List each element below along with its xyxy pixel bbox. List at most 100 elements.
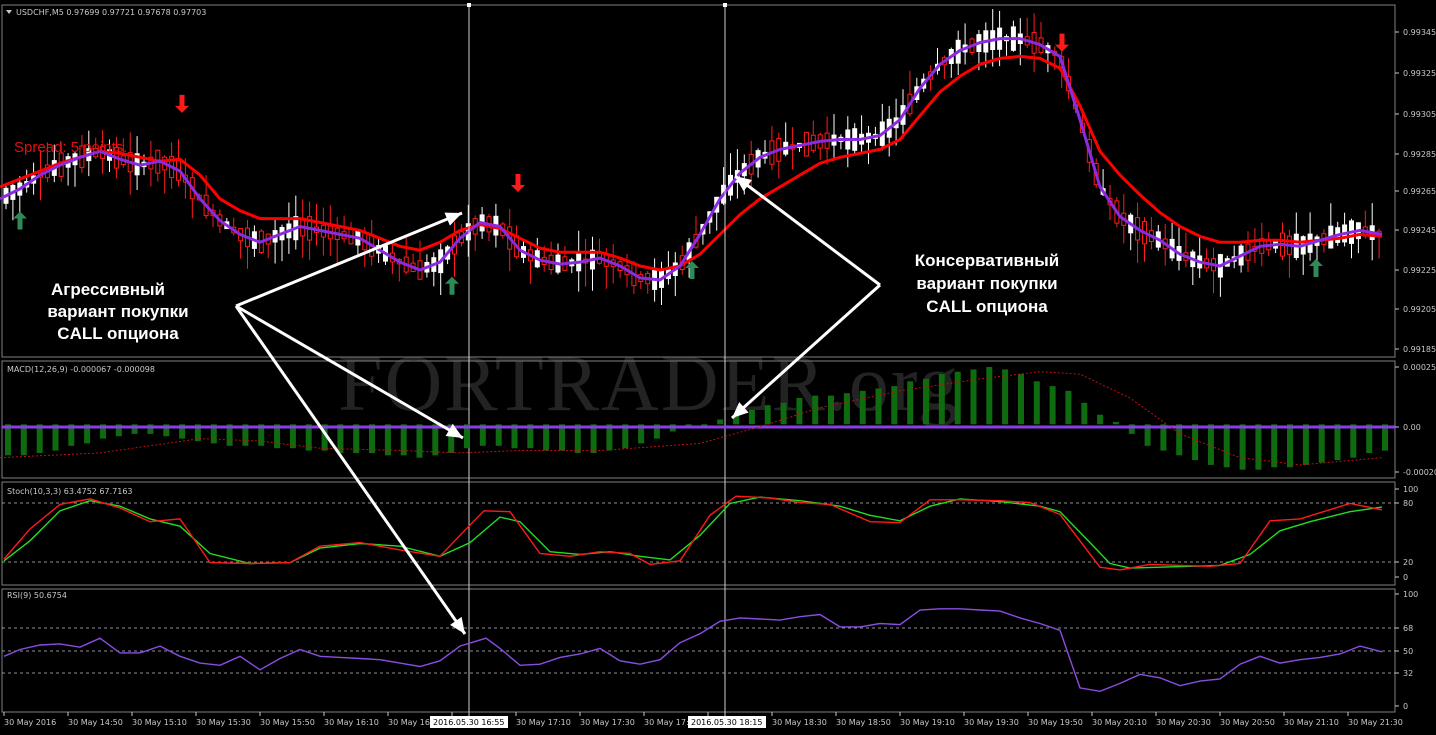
macd-bar (923, 378, 929, 425)
stoch-tick-label: 100 (1403, 485, 1418, 494)
macd-bar (812, 395, 819, 425)
macd-bar (369, 424, 375, 453)
macd-tick-label: 0.000255 (1403, 363, 1436, 372)
macd-bar (1287, 424, 1293, 468)
rsi-tick-label: 0 (1403, 702, 1408, 711)
aggressive-line-3: CALL опциона (57, 324, 179, 343)
macd-tick-label: -0.000203 (1403, 468, 1436, 477)
crosshair-date-label: 2016.05.30 16:55 (433, 718, 504, 727)
conservative-line-3: CALL опциона (926, 297, 1048, 316)
macd-bar (1065, 390, 1072, 425)
macd-bar (1366, 424, 1373, 453)
macd-bar (1239, 424, 1246, 470)
macd-bar (590, 424, 597, 453)
macd-bar (353, 424, 360, 453)
aggressive-line-1: Агрессивный (51, 280, 165, 299)
macd-bar (828, 395, 834, 425)
rsi-tick-label: 32 (1403, 669, 1413, 678)
time-tick-label: 30 May 18:50 (836, 718, 891, 727)
macd-bar (1207, 424, 1214, 465)
macd-bar (1002, 369, 1009, 425)
macd-bar (574, 424, 581, 453)
time-tick-label: 30 May 20:50 (1220, 718, 1275, 727)
macd-bar (1192, 424, 1199, 461)
time-tick-label: 30 May 21:10 (1284, 718, 1339, 727)
macd-bar (1334, 424, 1341, 461)
time-tick-label: 30 May 17:10 (516, 718, 571, 727)
macd-bar (1350, 424, 1357, 458)
stoch-tick-label: 80 (1403, 499, 1413, 508)
time-tick-label: 30 May 15:10 (132, 718, 187, 727)
stoch-tick-label: 20 (1403, 558, 1413, 567)
conservative-line-1: Консервативный (915, 251, 1059, 270)
time-tick-label: 30 May 15:30 (196, 718, 251, 727)
macd-bar (1318, 424, 1325, 463)
rsi-label: RSI(9) 50.6754 (7, 591, 67, 600)
macd-bar (1018, 374, 1024, 425)
price-tick-label: 0.99325 (1403, 69, 1436, 78)
macd-bar (1081, 402, 1088, 425)
macd-bar (1112, 421, 1119, 425)
time-tick-label: 30 May 20:10 (1092, 718, 1147, 727)
macd-bar (20, 424, 27, 456)
conservative-annotation: Консервативный вариант покупки CALL опци… (915, 251, 1059, 316)
macd-bar (1223, 424, 1230, 468)
rsi-tick-label: 50 (1403, 647, 1413, 656)
crosshair-handle-1[interactable] (467, 3, 471, 7)
price-tick-label: 0.99345 (1403, 28, 1436, 37)
time-tick-label: 30 May 15:50 (260, 718, 315, 727)
macd-bar (780, 402, 787, 425)
watermark: FORTRADER.org (338, 340, 960, 428)
macd-bar (1271, 424, 1278, 468)
macd-bar (859, 390, 866, 425)
time-tick-label: 30 May 21:30 (1348, 718, 1403, 727)
price-tick-label: 0.99245 (1403, 226, 1436, 235)
macd-bar (1097, 414, 1104, 425)
macd-tick-label: 0.00 (1403, 423, 1421, 432)
macd-bar (36, 424, 43, 453)
time-tick-label: 30 May 14:50 (68, 718, 123, 727)
macd-bar (764, 405, 771, 425)
price-tick-label: 0.99265 (1403, 187, 1436, 196)
macd-bar (1176, 424, 1183, 456)
price-tick-label: 0.99205 (1403, 305, 1436, 314)
price-tick-label: 0.99285 (1403, 150, 1436, 159)
macd-bar (954, 371, 961, 425)
time-tick-label: 30 May 16:10 (324, 718, 379, 727)
macd-bar (416, 424, 423, 458)
symbol-info-label: USDCHF,M5 0.97699 0.97721 0.97678 0.9770… (16, 8, 206, 17)
price-tick-label: 0.99225 (1403, 266, 1436, 275)
macd-bar (843, 393, 850, 425)
time-tick-label: 30 May 17:30 (580, 718, 635, 727)
price-tick-label: 0.99305 (1403, 110, 1436, 119)
macd-bar (5, 424, 11, 456)
macd-bar (1302, 424, 1309, 465)
crosshair-handle-2[interactable] (723, 3, 727, 7)
price-tick-label: 0.99185 (1403, 345, 1436, 354)
stoch-tick-label: 0 (1403, 573, 1408, 582)
time-tick-label: 30 May 19:30 (964, 718, 1019, 727)
macd-bar (907, 381, 914, 425)
time-tick-label: 30 May 19:10 (900, 718, 955, 727)
rsi-tick-label: 100 (1403, 590, 1418, 599)
conservative-line-2: вариант покупки (916, 274, 1057, 293)
macd-label: MACD(12,26,9) -0.000067 -0.000098 (7, 365, 155, 374)
spread-text: Spread: 5 points. (14, 139, 127, 156)
macd-bar (1255, 424, 1262, 470)
time-tick-label: 30 May 20:30 (1156, 718, 1211, 727)
macd-bar (970, 369, 977, 425)
trading-chart[interactable]: FORTRADER.org USDCHF,M5 0.97699 0.97721 … (0, 0, 1436, 735)
stoch-label: Stoch(10,3,3) 63.4752 67.7163 (7, 487, 133, 496)
macd-bar (748, 409, 755, 425)
macd-bar (938, 374, 945, 425)
time-tick-label: 30 May 19:50 (1028, 718, 1083, 727)
crosshair-date-label: 2016.05.30 18:15 (691, 718, 762, 727)
time-tick-label: 30 May 2016 (4, 718, 56, 727)
macd-bar (1033, 381, 1040, 425)
macd-bar (986, 367, 993, 425)
macd-bar (1049, 386, 1056, 425)
macd-bar (432, 424, 439, 456)
rsi-tick-label: 68 (1403, 624, 1413, 633)
macd-bar (717, 419, 724, 425)
macd-bar (796, 398, 803, 425)
